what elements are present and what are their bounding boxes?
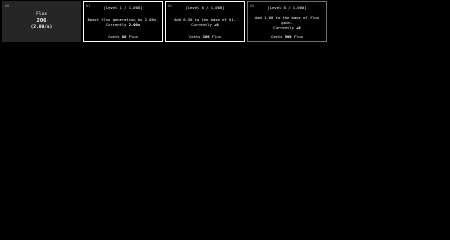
upgrade-tag: #2	[168, 4, 173, 8]
cost-label: Costs	[188, 34, 203, 39]
upgrade-cost: Costs 500 Flux	[271, 34, 303, 39]
current-label: Currently	[105, 22, 129, 27]
cost-unit: Flux	[126, 34, 138, 39]
upgrade-desc-line2: Currently 2.00x	[88, 22, 159, 27]
upgrade-description: Add 1.00 to the base of flux gain. Curre…	[250, 15, 324, 30]
current-label: Currently	[273, 24, 297, 30]
upgrade-desc-line2: Currently +0	[250, 25, 324, 30]
current-value: 2.00x	[128, 22, 141, 27]
upgrade-description: Add 0.50 to the base of U1. Currently +0	[174, 17, 236, 27]
cost-unit: Flux	[291, 34, 303, 39]
upgrade-level: [Level 0 / 1,000]	[267, 5, 307, 10]
upgrade-description: Boost flux generation by 2.00x. Currentl…	[88, 17, 159, 27]
upgrade-card-1[interactable]: #1 [Level 1 / 1,000] Boost flux generati…	[83, 1, 163, 42]
cost-unit: Flux	[209, 34, 221, 39]
flux-display: #0 Flux 206 (2.00/s)	[2, 1, 81, 42]
cost-label: Costs	[108, 34, 122, 39]
upgrade-desc-line1: Add 1.00 to the base of flux gain.	[254, 14, 319, 25]
flux-rate: (2.00/s)	[30, 25, 53, 30]
upgrade-tag: #3	[250, 4, 255, 8]
cost-value: 100	[202, 34, 210, 39]
upgrade-card-2[interactable]: #2 [Level 0 / 1,000] Add 0.50 to the bas…	[165, 1, 245, 42]
flux-tag: #0	[5, 4, 10, 8]
cost-label: Costs	[270, 34, 285, 39]
cost-value: 500	[284, 34, 292, 39]
upgrade-tag: #1	[86, 4, 91, 8]
upgrade-cost: Costs 100 Flux	[189, 34, 221, 39]
flux-value: 206	[36, 18, 47, 24]
upgrade-level: [Level 0 / 1,000]	[185, 5, 225, 10]
current-value: +0	[214, 22, 219, 27]
current-value: +0	[296, 24, 301, 30]
upgrade-level: [Level 1 / 1,000]	[103, 5, 143, 10]
current-label: Currently	[191, 22, 215, 27]
upgrade-card-3[interactable]: #3 [Level 0 / 1,000] Add 1.00 to the bas…	[247, 1, 327, 42]
upgrade-desc-line2: Currently +0	[174, 22, 236, 27]
upgrade-cost: Costs 88 Flux	[108, 34, 138, 39]
